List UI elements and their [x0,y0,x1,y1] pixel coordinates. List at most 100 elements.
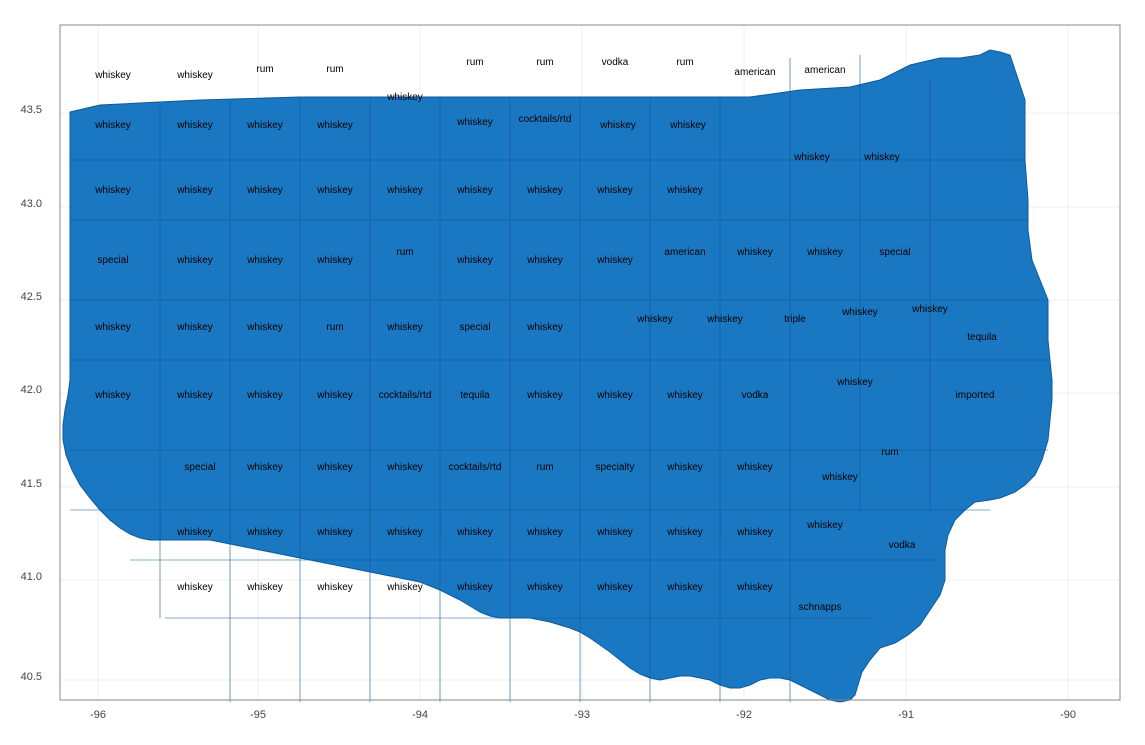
county-label: whiskey [316,582,353,593]
county-label: whiskey [386,582,423,593]
county-label: whiskey [666,390,703,401]
county-label: whiskey [246,120,283,131]
county-label: whiskey [316,390,353,401]
x-label--93: -93 [574,709,590,721]
county-label: whiskey [94,70,131,81]
county-label: rum [676,57,693,68]
county-label: whiskey [456,255,493,266]
county-label: whiskey [176,527,213,538]
county-label: tequila [967,332,997,343]
county-label: whiskey [386,92,423,103]
county-label: special [97,255,128,266]
x-label--92: -92 [736,709,752,721]
county-label: whiskey [863,152,900,163]
county-label: vodka [742,390,769,401]
x-label--96: -96 [90,709,106,721]
county-label: whiskey [176,582,213,593]
county-label: special [879,247,910,258]
county-label: rum [256,64,273,75]
county-label: imported [956,390,995,401]
county-label: whiskey [526,255,563,266]
county-label: whiskey [246,462,283,473]
county-label: whiskey [736,247,773,258]
county-label: whiskey [316,527,353,538]
county-label: whiskey [636,314,673,325]
county-label: whiskey [246,185,283,196]
x-label--90: -90 [1060,709,1076,721]
county-label: whiskey [316,185,353,196]
county-label: whiskey [806,247,843,258]
county-label: whiskey [736,462,773,473]
county-label: whiskey [841,307,878,318]
county-label: whiskey [94,120,131,131]
county-label: whiskey [666,582,703,593]
county-label: rum [881,447,898,458]
county-label: whiskey [386,185,423,196]
county-label: whiskey [599,120,636,131]
county-label: whiskey [736,527,773,538]
county-label: whiskey [596,185,633,196]
county-label: whiskey [386,527,423,538]
county-label: special [459,322,490,333]
county-label: whiskey [596,582,633,593]
county-label: whiskey [456,582,493,593]
county-label: specialty [596,462,635,473]
county-label: whiskey [669,120,706,131]
county-label: whiskey [666,462,703,473]
county-label: whiskey [176,322,213,333]
county-label: whiskey [176,255,213,266]
county-label: whiskey [94,185,131,196]
county-label: whiskey [836,377,873,388]
county-label: whiskey [806,520,843,531]
county-label: whiskey [736,582,773,593]
county-label: whiskey [821,472,858,483]
county-label: vodka [602,57,629,68]
county-label: whiskey [176,120,213,131]
county-label: whiskey [246,582,283,593]
county-label: whiskey [316,255,353,266]
county-label: whiskey [666,185,703,196]
county-label: rum [326,64,343,75]
county-label: rum [536,462,553,473]
county-label: whiskey [316,120,353,131]
county-label: whiskey [706,314,743,325]
county-label: cocktails/rtd [379,390,432,401]
iowa-map: 40.5 41.0 41.5 42.0 42.5 43.0 43.5 -96 -… [0,0,1145,745]
county-label: rum [536,57,553,68]
county-label: american [664,247,705,258]
y-label-43.0: 43.0 [21,198,42,210]
county-label: whiskey [246,390,283,401]
county-label: whiskey [386,462,423,473]
county-label: whiskey [94,322,131,333]
county-label: whiskey [176,70,213,81]
y-label-42.0: 42.0 [21,384,42,396]
county-label: triple [784,314,806,325]
county-label: rum [466,57,483,68]
county-label: cocktails/rtd [449,462,502,473]
county-label: whiskey [526,582,563,593]
county-label: special [184,462,215,473]
x-label--95: -95 [250,709,266,721]
county-label: whiskey [386,322,423,333]
county-label: whiskey [911,304,948,315]
county-label: american [734,67,775,78]
county-label: whiskey [526,322,563,333]
county-label: tequila [460,390,490,401]
county-label: whiskey [456,527,493,538]
x-label--91: -91 [898,709,914,721]
county-label: schnapps [799,602,842,613]
y-label-41.0: 41.0 [21,571,42,583]
county-label: whiskey [526,390,563,401]
county-label: whiskey [246,255,283,266]
county-label: vodka [889,540,916,551]
x-label--94: -94 [412,709,428,721]
county-label: whiskey [596,390,633,401]
county-label: whiskey [176,390,213,401]
y-label-43.5: 43.5 [21,104,42,116]
county-label: whiskey [176,185,213,196]
county-label: whiskey [246,322,283,333]
county-label: whiskey [94,390,131,401]
county-label: whiskey [456,185,493,196]
county-label: whiskey [596,527,633,538]
y-label-42.5: 42.5 [21,291,42,303]
